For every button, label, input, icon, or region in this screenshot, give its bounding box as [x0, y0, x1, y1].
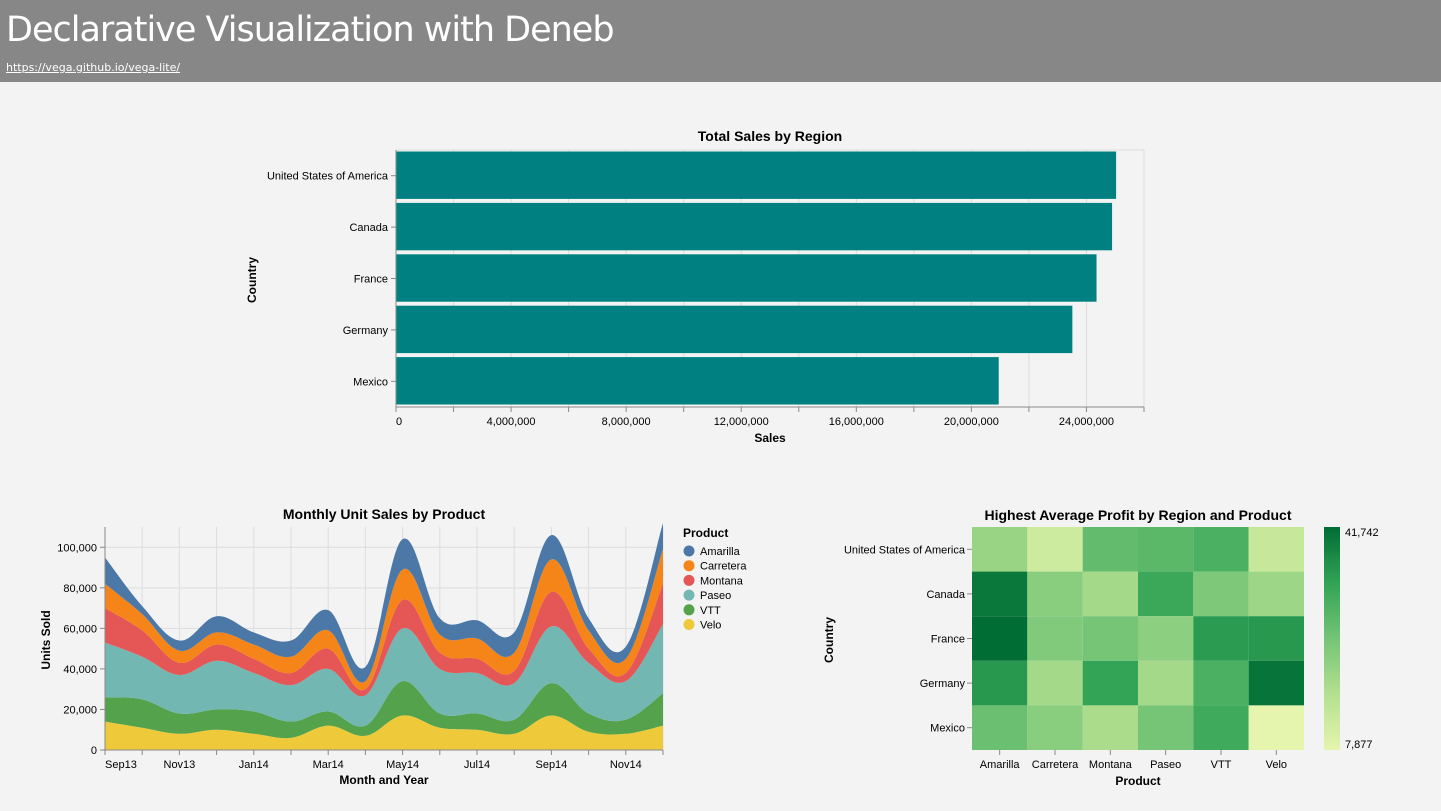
heatmap-cell: [1082, 705, 1138, 750]
heatmap-x-tick-label: VTT: [1211, 759, 1232, 771]
heatmap-cell: [972, 571, 1028, 617]
heatmap-cell: [972, 616, 1028, 661]
heatmap-cell: [1248, 571, 1304, 617]
heatmap-cell: [1027, 571, 1083, 617]
heatmap-legend-max-label: 41,742: [1345, 527, 1379, 539]
heatmap-cell: [1248, 660, 1304, 706]
heatmap-cell: [972, 660, 1028, 706]
heatmap-x-tick-label: Amarilla: [980, 759, 1021, 771]
heatmap-x-axis-title: Product: [1115, 774, 1160, 788]
heatmap-cell: [1138, 571, 1194, 617]
heatmap-cell: [1248, 527, 1304, 572]
heatmap-cell: [1138, 705, 1194, 750]
heatmap-x-tick-label: Montana: [1089, 759, 1133, 771]
heatmap-x-tick-label: Paseo: [1150, 759, 1181, 771]
heatmap-cell: [1138, 616, 1194, 661]
heatmap-y-tick-label: Canada: [926, 589, 965, 601]
heatmap-y-tick-label: Mexico: [930, 723, 965, 735]
heatmap-x-tick-label: Carretera: [1032, 759, 1079, 771]
heatmap-cell: [1082, 527, 1138, 572]
heatmap-cell: [1138, 660, 1194, 706]
heatmap-title: Highest Average Profit by Region and Pro…: [984, 507, 1291, 523]
heatmap-cell: [1027, 660, 1083, 706]
heatmap-legend-min-label: 7,877: [1345, 739, 1373, 751]
heatmap-y-tick-label: France: [931, 634, 965, 646]
heatmap-color-legend: [1324, 527, 1340, 750]
heatmap-cell: [1082, 660, 1138, 706]
heatmap-cell: [1193, 660, 1249, 706]
heatmap-cell: [1027, 527, 1083, 572]
heatmap-y-axis-title: Country: [822, 617, 836, 663]
heatmap-cell: [1193, 705, 1249, 750]
profit-heatmap-chart: Highest Average Profit by Region and Pro…: [822, 507, 1379, 788]
heatmap-cell: [1027, 705, 1083, 750]
heatmap-y-tick-label: Germany: [920, 678, 966, 690]
heatmap-cell: [972, 705, 1028, 750]
heatmap-y-tick-label: United States of America: [844, 544, 966, 556]
heatmap-x-tick-label: Velo: [1266, 759, 1287, 771]
heatmap-cell: [1248, 705, 1304, 750]
heatmap-cell: [972, 527, 1028, 572]
heatmap-cell: [1082, 571, 1138, 617]
heatmap-cell: [1193, 527, 1249, 572]
heatmap-cell: [1138, 527, 1194, 572]
heatmap-cell: [1082, 616, 1138, 661]
heatmap-cell: [1248, 616, 1304, 661]
heatmap-cell: [1027, 616, 1083, 661]
heatmap-cell: [1193, 571, 1249, 617]
heatmap-cell: [1193, 616, 1249, 661]
